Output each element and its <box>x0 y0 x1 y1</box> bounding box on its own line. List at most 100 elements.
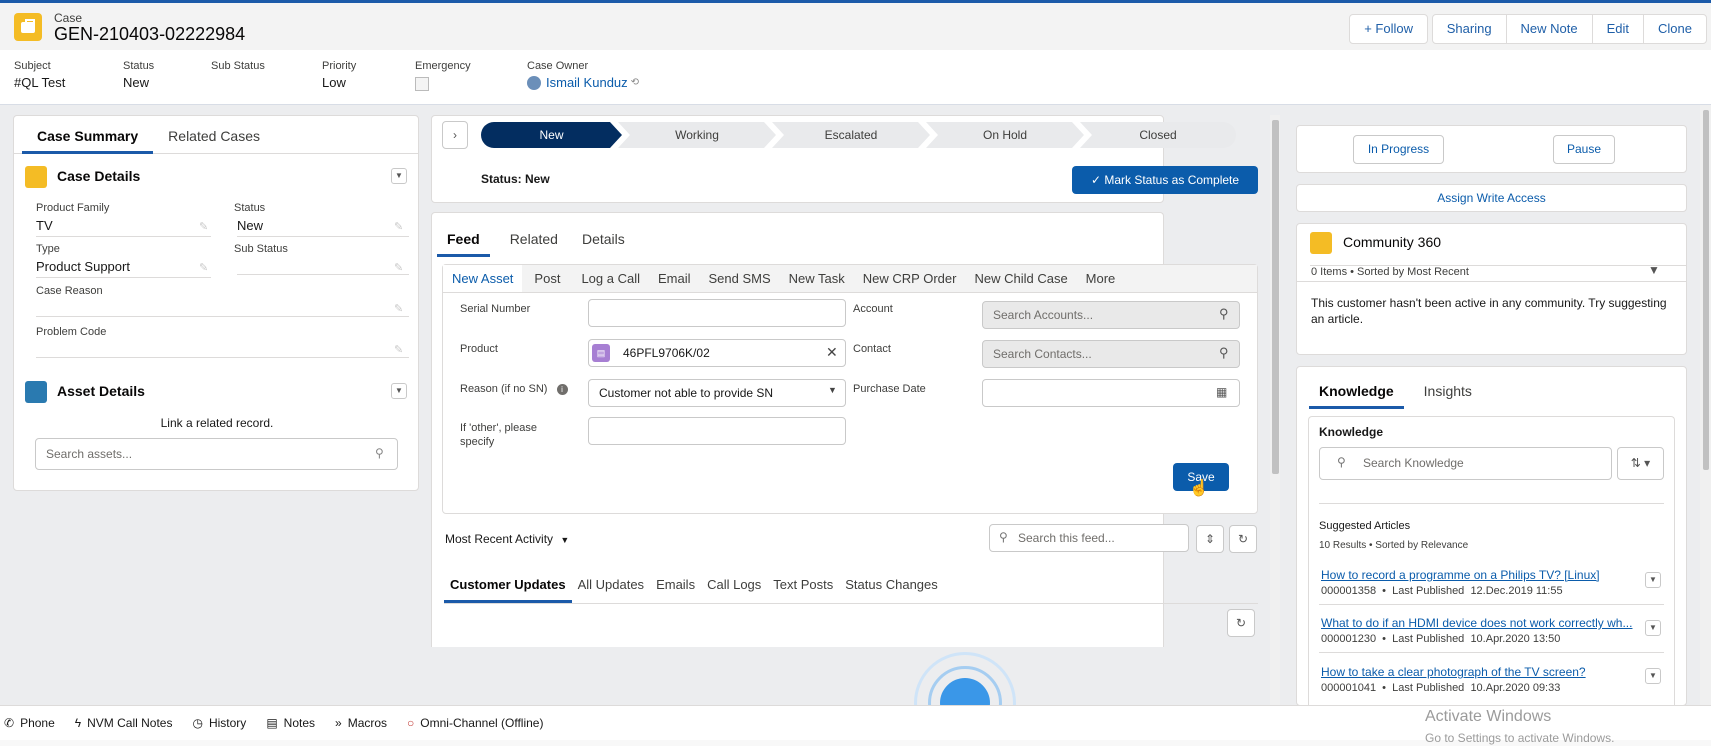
community-title: Community 360 <box>1343 234 1442 250</box>
article-menu-icon[interactable]: ▼ <box>1645 668 1661 684</box>
feed-search-input[interactable]: Search this feed... <box>989 524 1189 552</box>
edit-pencil-icon[interactable]: ✎ <box>199 261 208 274</box>
tab-details[interactable]: Details <box>570 221 637 257</box>
qa-send-sms[interactable]: Send SMS <box>700 265 780 292</box>
qa-more[interactable]: More <box>1077 265 1125 292</box>
search-assets-input[interactable]: Search assets... <box>35 438 398 470</box>
status-path: New Working Escalated On Hold Closed <box>481 122 1236 148</box>
qa-post[interactable]: Post <box>522 265 572 292</box>
utility-notes[interactable]: ▤ Notes <box>266 716 315 730</box>
clone-button[interactable]: Clone <box>1643 15 1706 43</box>
article-published-label: Last Published <box>1392 682 1465 694</box>
qa-log-a-call[interactable]: Log a Call <box>572 265 649 292</box>
edit-button[interactable]: Edit <box>1591 15 1643 43</box>
lightning-icon: ϟ <box>74 716 82 730</box>
new-note-button[interactable]: New Note <box>1505 15 1592 43</box>
case-summary-card: Case Summary Related Cases Case Details … <box>13 115 419 491</box>
edit-pencil-icon[interactable]: ✎ <box>394 343 403 356</box>
path-toggle-chevron-icon[interactable]: › <box>442 121 468 149</box>
reason-select[interactable]: Customer not able to provide SN <box>588 379 846 407</box>
tab-case-summary[interactable]: Case Summary <box>22 118 154 154</box>
article-link[interactable]: How to record a programme on a Philips T… <box>1321 568 1611 582</box>
case-details-menu-icon[interactable]: ▼ <box>391 168 407 184</box>
tab-knowledge[interactable]: Knowledge <box>1309 373 1404 409</box>
qa-new-task[interactable]: New Task <box>780 265 854 292</box>
path-step-new[interactable]: New <box>481 122 622 148</box>
reason-label: Reason (if no SN) i <box>460 383 568 395</box>
edit-pencil-icon[interactable]: ✎ <box>394 220 403 233</box>
calendar-icon[interactable]: ▦ <box>1216 385 1227 399</box>
qa-new-crp-order[interactable]: New CRP Order <box>854 265 966 292</box>
activity-filter[interactable]: Most Recent Activity ▼ <box>445 532 569 546</box>
article-menu-icon[interactable]: ▼ <box>1645 572 1661 588</box>
mark-status-complete-button[interactable]: ✓ Mark Status as Complete <box>1072 166 1258 194</box>
tab-insights[interactable]: Insights <box>1404 373 1482 409</box>
info-icon[interactable]: i <box>556 384 568 395</box>
qa-new-child-case[interactable]: New Child Case <box>965 265 1076 292</box>
edit-pencil-icon[interactable]: ✎ <box>394 261 403 274</box>
utility-macros[interactable]: » Macros <box>335 716 387 730</box>
mark-complete-label: Mark Status as Complete <box>1104 173 1240 187</box>
path-step-working[interactable]: Working <box>618 122 776 148</box>
tab-call-logs[interactable]: Call Logs <box>701 570 767 603</box>
case-owner-link[interactable]: Ismail Kunduz <box>546 75 628 90</box>
page-scrollbar-thumb[interactable] <box>1703 110 1709 470</box>
tab-related-cases[interactable]: Related Cases <box>153 118 275 154</box>
tab-status-changes[interactable]: Status Changes <box>839 570 944 603</box>
center-scrollbar-thumb[interactable] <box>1272 120 1279 474</box>
edit-pencil-icon[interactable]: ✎ <box>394 302 403 315</box>
pause-button[interactable]: Pause <box>1553 135 1615 164</box>
refresh-icon[interactable]: ↻ <box>1227 609 1255 637</box>
tab-all-updates[interactable]: All Updates <box>572 570 650 603</box>
in-progress-button[interactable]: In Progress <box>1353 135 1444 164</box>
collapse-icon[interactable]: ⇕ <box>1196 525 1224 553</box>
tab-emails[interactable]: Emails <box>650 570 701 603</box>
follow-button[interactable]: + Follow <box>1349 14 1428 44</box>
sharing-button[interactable]: Sharing <box>1433 15 1506 43</box>
tab-text-posts[interactable]: Text Posts <box>767 570 839 603</box>
qa-email[interactable]: Email <box>649 265 700 292</box>
contact-search-input[interactable]: Search Contacts... <box>982 340 1240 368</box>
utility-omni-channel[interactable]: ○ Omni-Channel (Offline) <box>407 716 543 730</box>
asset-details-menu-icon[interactable]: ▼ <box>391 383 407 399</box>
path-step-escalated[interactable]: Escalated <box>772 122 930 148</box>
utility-history[interactable]: ◷ History <box>192 716 246 730</box>
sort-menu-icon[interactable]: ⇅ ▾ <box>1617 447 1664 480</box>
edit-pencil-icon[interactable]: ✎ <box>199 220 208 233</box>
refresh-icon[interactable]: ↻ <box>1229 525 1257 553</box>
search-knowledge-input[interactable]: Search Knowledge <box>1319 447 1612 480</box>
field-problem-code: Problem Code <box>36 326 409 358</box>
field-value: New <box>123 75 150 90</box>
tab-customer-updates[interactable]: Customer Updates <box>444 570 572 603</box>
assign-write-access-button[interactable]: Assign Write Access <box>1296 184 1687 212</box>
product-label: Product <box>460 343 498 355</box>
article-link[interactable]: How to take a clear photograph of the TV… <box>1321 665 1611 679</box>
search-icon: ⚲ <box>1337 455 1346 469</box>
utility-nvm-call-notes[interactable]: ϟ NVM Call Notes <box>75 716 173 730</box>
field-product-family: Product Family TV <box>36 202 211 237</box>
utility-phone[interactable]: ✆ Phone <box>4 716 55 730</box>
product-lookup[interactable]: 46PFL9706K/02 <box>588 339 846 367</box>
asset-details-title: Asset Details <box>57 383 145 399</box>
serial-number-input[interactable] <box>588 299 846 327</box>
clear-product-icon[interactable]: ✕ <box>826 344 838 361</box>
qa-new-asset[interactable]: New Asset <box>443 265 523 292</box>
asset-details-icon <box>25 381 47 403</box>
tab-related[interactable]: Related <box>490 221 570 257</box>
article-meta: 000001041 • Last Published 10.Apr.2020 0… <box>1321 682 1561 694</box>
search-icon: ⚲ <box>1219 306 1229 321</box>
article-menu-icon[interactable]: ▼ <box>1645 620 1661 636</box>
filter-icon[interactable]: ▼ <box>1648 263 1660 277</box>
purchase-date-input[interactable] <box>982 379 1240 407</box>
article-published-label: Last Published <box>1392 585 1465 597</box>
path-step-on-hold[interactable]: On Hold <box>926 122 1084 148</box>
tab-feed[interactable]: Feed <box>437 221 490 257</box>
path-status-text: Status: New <box>481 172 550 186</box>
article-link[interactable]: What to do if an HDMI device does not wo… <box>1321 616 1632 630</box>
change-owner-icon[interactable]: ⟲ <box>631 77 639 88</box>
other-specify-input[interactable] <box>588 417 846 445</box>
case-owner-value: Ismail Kunduz ⟲ <box>527 75 639 90</box>
path-step-closed[interactable]: Closed <box>1080 122 1236 148</box>
user-avatar-icon <box>527 75 541 90</box>
account-search-input[interactable]: Search Accounts... <box>982 301 1240 329</box>
